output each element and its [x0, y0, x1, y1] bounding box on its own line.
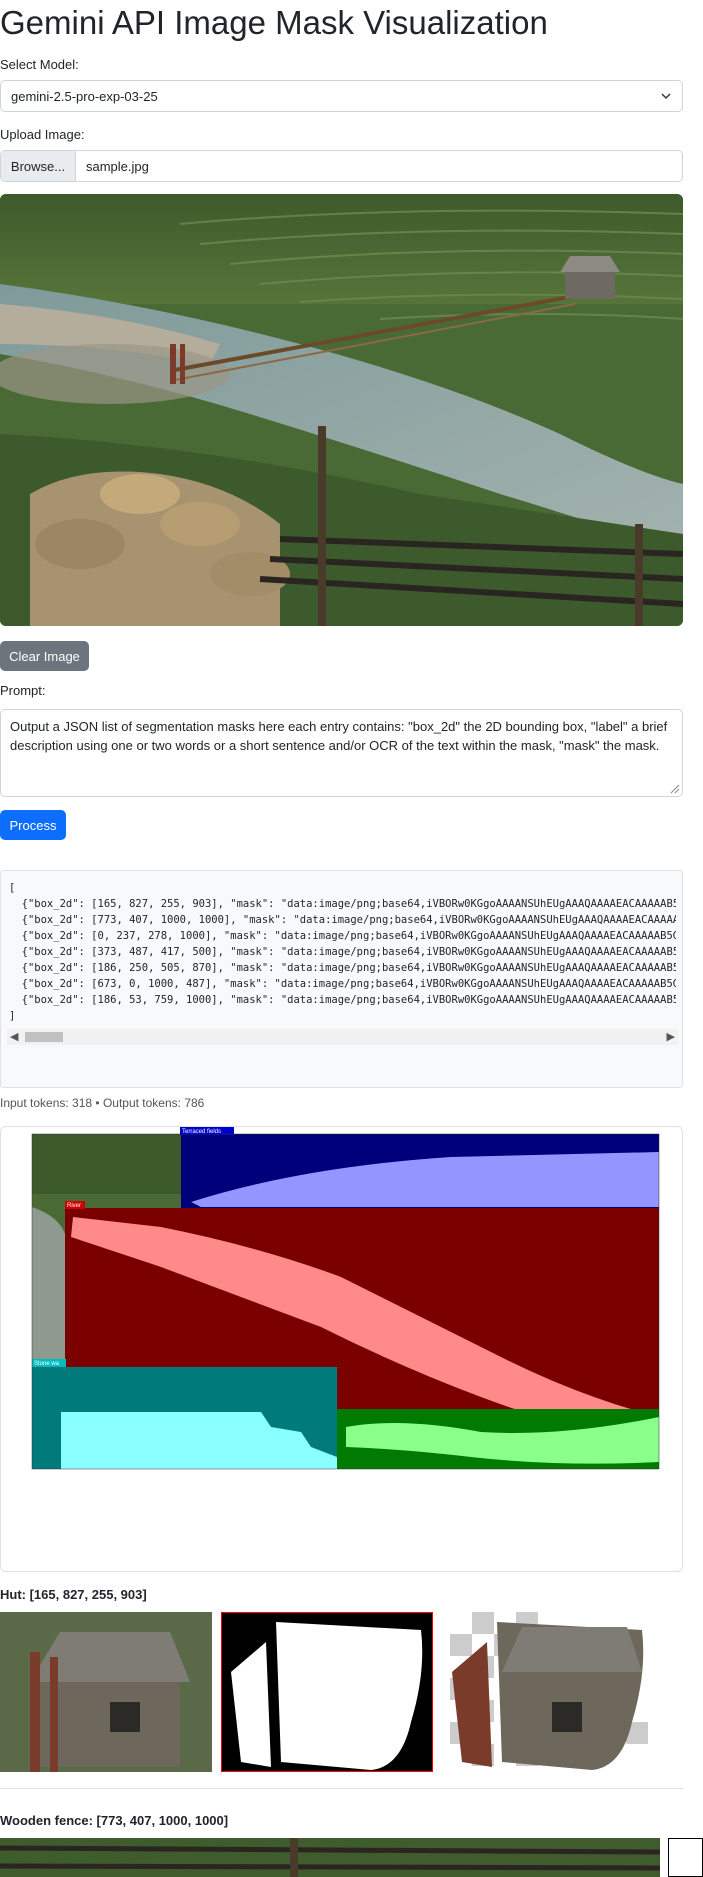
- json-code: [ {"box_2d": [165, 827, 255, 903], "mask…: [1, 871, 676, 1023]
- json-line: {"box_2d": [673, 0, 1000, 487], "mask": …: [9, 978, 676, 990]
- json-line: {"box_2d": [0, 237, 278, 1000], "mask": …: [9, 930, 676, 942]
- json-line: {"box_2d": [165, 827, 255, 903], "mask":…: [9, 898, 676, 910]
- json-line: {"box_2d": [373, 487, 417, 500], "mask":…: [9, 946, 676, 958]
- prompt-textarea[interactable]: Output a JSON list of segmentation masks…: [0, 709, 683, 797]
- json-line: [: [9, 882, 16, 894]
- hut-mask: [221, 1612, 433, 1772]
- resize-grip-icon[interactable]: [670, 784, 680, 794]
- scroll-right-icon[interactable]: ▶: [667, 1029, 675, 1045]
- model-select-value: gemini-2.5-pro-exp-03-25: [11, 88, 158, 104]
- json-line: {"box_2d": [186, 53, 759, 1000], "mask":…: [9, 994, 676, 1006]
- horizontal-scrollbar[interactable]: ◀ ▶: [7, 1029, 678, 1045]
- section-title-hut: Hut: [165, 827, 255, 903]: [0, 1587, 147, 1602]
- hut-overlay: [442, 1612, 654, 1772]
- scroll-left-icon[interactable]: ◀: [10, 1029, 18, 1045]
- scrollbar-thumb[interactable]: [25, 1032, 63, 1042]
- wooden-fence-mask: [668, 1838, 703, 1877]
- wooden-fence-crop: [0, 1838, 660, 1877]
- page-title: Gemini API Image Mask Visualization: [0, 4, 548, 41]
- clear-image-button[interactable]: Clear Image: [0, 641, 89, 671]
- model-select[interactable]: gemini-2.5-pro-exp-03-25: [0, 80, 683, 112]
- json-output: [ {"box_2d": [165, 827, 255, 903], "mask…: [0, 870, 683, 1088]
- mask-visualization: Terraced fields River Stone wa: [0, 1126, 683, 1572]
- json-line: ]: [9, 1010, 16, 1022]
- token-count: Input tokens: 318 • Output tokens: 786: [0, 1096, 205, 1110]
- upload-label: Upload Image:: [0, 127, 85, 142]
- process-button[interactable]: Process: [0, 810, 66, 840]
- json-line: {"box_2d": [186, 250, 505, 870], "mask":…: [9, 962, 676, 974]
- json-line: {"box_2d": [773, 407, 1000, 1000], "mask…: [9, 914, 676, 926]
- river-label: River: [67, 1203, 81, 1209]
- chevron-down-icon: [661, 93, 671, 100]
- section-title-wooden-fence: Wooden fence: [773, 407, 1000, 1000]: [0, 1813, 229, 1828]
- hut-crop: [0, 1612, 212, 1772]
- file-input[interactable]: Browse... sample.jpg: [0, 150, 683, 182]
- section-divider: [0, 1788, 683, 1789]
- file-name: sample.jpg: [86, 158, 149, 174]
- browse-button[interactable]: Browse...: [1, 151, 76, 181]
- model-label: Select Model:: [0, 57, 79, 72]
- prompt-text: Output a JSON list of segmentation masks…: [10, 719, 668, 753]
- prompt-label: Prompt:: [0, 683, 46, 698]
- uploaded-image: [0, 194, 683, 626]
- stone-wall-label: Stone wa: [34, 1361, 60, 1367]
